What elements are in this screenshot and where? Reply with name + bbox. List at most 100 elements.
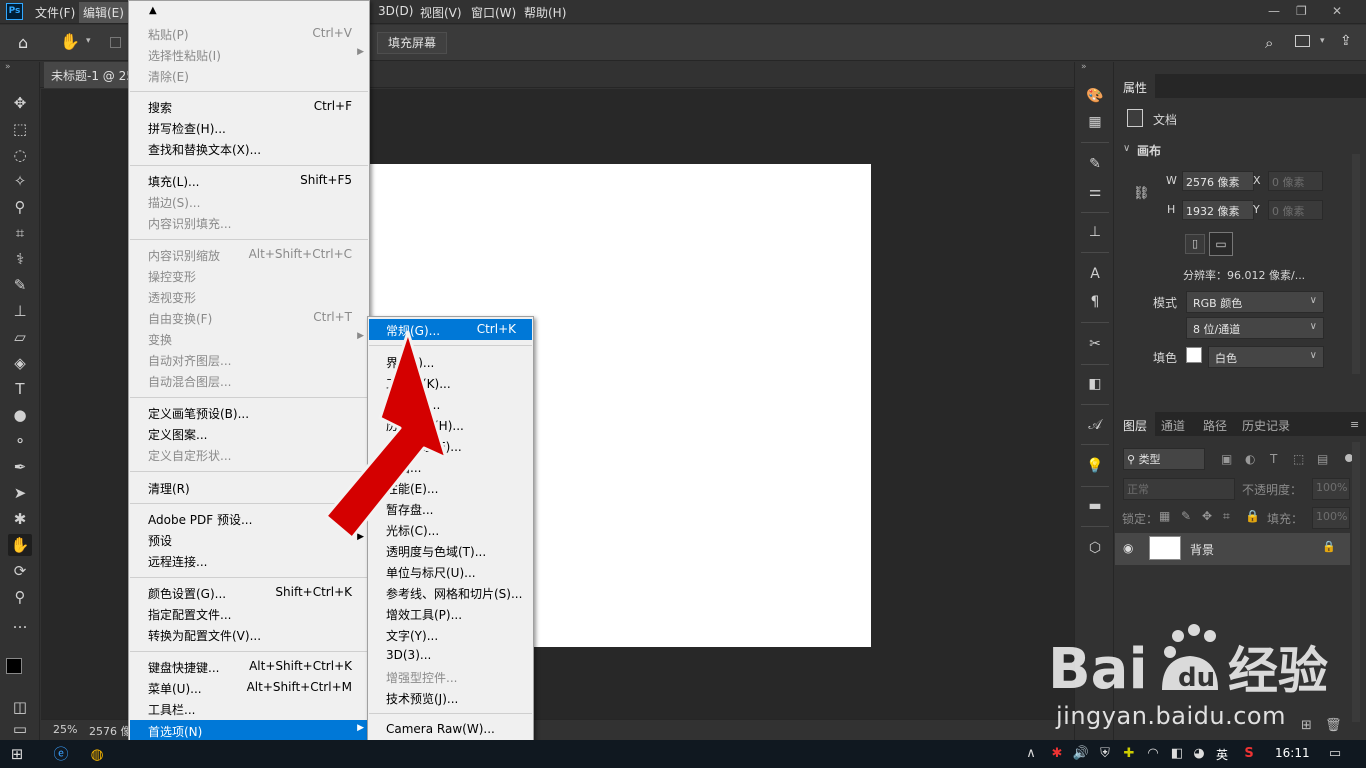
fill-select[interactable]: 白色 ∨ [1208, 346, 1324, 368]
menu-item-stroke[interactable]: 描边(S)... [130, 191, 368, 212]
submenu-item-cursors[interactable]: 光标(C)... [369, 519, 532, 540]
clock[interactable]: 16:11 [1275, 746, 1310, 760]
menu-item-keyboard-shortcuts[interactable]: 键盘快捷键... Alt+Shift+Ctrl+K [130, 656, 368, 677]
bit-depth-select[interactable]: 8 位/通道 ∨ [1186, 317, 1324, 339]
menu-item-purge[interactable]: 清理(R) ▶ [130, 477, 368, 498]
lock-image-icon[interactable]: ✎ [1181, 509, 1191, 523]
submenu-item-type[interactable]: 文字(Y)... [369, 624, 532, 645]
path-selection-tool-icon[interactable]: ➤ [8, 482, 32, 504]
submenu-item-file-handling[interactable]: 文件处理(F)... [369, 435, 532, 456]
menu-item-define-brush[interactable]: 定义画笔预设(B)... [130, 402, 368, 423]
search-icon[interactable]: ⌕ [1265, 34, 1273, 52]
menu-item-clear[interactable]: 清除(E) [130, 65, 368, 86]
menu-item-paste[interactable]: 粘贴(P) Ctrl+V [130, 23, 368, 44]
menu-item-assign-profile[interactable]: 指定配置文件... [130, 603, 368, 624]
menu-item-define-custom-shape[interactable]: 定义自定形状... [130, 444, 368, 465]
height-field[interactable]: 1932 像素 [1182, 200, 1254, 220]
brush-tool-icon[interactable]: ✎ [8, 274, 32, 296]
zoom-level[interactable]: 25% [53, 723, 77, 736]
chevron-down-icon[interactable]: ∨ [1123, 143, 1130, 154]
brushes-icon[interactable]: ✎ [1085, 154, 1105, 174]
menu-item-adobe-pdf-presets[interactable]: Adobe PDF 预设... [130, 508, 368, 529]
lock-transparent-icon[interactable]: ▦ [1159, 509, 1170, 523]
minimize-icon[interactable]: — [1268, 4, 1280, 18]
chevron-down-icon[interactable]: ▾ [1320, 36, 1325, 46]
chevron-down-icon[interactable]: ▾ [86, 36, 91, 46]
fill-screen-button[interactable]: 填充屏幕 [377, 32, 448, 54]
filter-smart-object-icon[interactable]: ▤ [1317, 452, 1328, 466]
paint-bucket-tool-icon[interactable]: ◈ [8, 352, 32, 374]
collapse-icon[interactable]: » [5, 62, 11, 72]
collapse-icon[interactable]: » [1081, 62, 1087, 72]
tray-app-icon[interactable]: ◧ [1166, 744, 1188, 764]
filter-adjustment-icon[interactable]: ◐ [1245, 452, 1255, 466]
gradient-icon[interactable]: ▬ [1085, 496, 1105, 516]
menu-help[interactable]: 帮助(H) [524, 4, 566, 21]
menu-item-transform[interactable]: 变换 ▶ [130, 328, 368, 349]
marquee-tool-icon[interactable]: ⬚ [8, 118, 32, 140]
learn-bulb-icon[interactable]: 💡 [1085, 456, 1105, 476]
submenu-item-technology-previews[interactable]: 技术预览(J)... [369, 687, 532, 708]
sogou-input-icon[interactable]: S [1238, 744, 1260, 764]
tab-layers[interactable]: 图层 [1115, 412, 1156, 436]
adjustments-icon[interactable]: ⚌ [1085, 182, 1105, 202]
submenu-item-enhanced-controls[interactable]: 增强型控件... [369, 666, 532, 687]
move-tool-icon[interactable]: ✥ [8, 92, 32, 114]
submenu-item-history-log[interactable]: 历史记录(H)... [369, 414, 532, 435]
lock-artboard-icon[interactable]: ⌗ [1223, 509, 1230, 524]
menu-item-search[interactable]: 搜索 Ctrl+F [130, 96, 368, 117]
eye-visibility-icon[interactable]: ◉ [1123, 541, 1133, 555]
menu-item-free-transform[interactable]: 自由变换(F) Ctrl+T [130, 307, 368, 328]
paragraph-icon[interactable]: ¶ [1085, 292, 1105, 312]
submenu-item-scratch-disks[interactable]: 暂存盘... [369, 498, 532, 519]
screen-mode-icon[interactable]: ▭ [8, 718, 32, 740]
chevron-up-icon[interactable]: ∧ [1020, 744, 1042, 764]
chrome-icon[interactable]: ◍ [86, 744, 108, 764]
layers-scrollbar[interactable] [1352, 442, 1360, 722]
y-field[interactable]: 0 像素 [1268, 200, 1323, 220]
portrait-orientation-icon[interactable]: ▯ [1185, 234, 1205, 254]
quick-mask-icon[interactable]: ◫ [8, 696, 32, 718]
menu-item-spell-check[interactable]: 拼写检查(H)... [130, 117, 368, 138]
eraser-tool-icon[interactable]: ▱ [8, 326, 32, 348]
menu-3d[interactable]: 3D(D) [378, 4, 413, 18]
properties-scrollbar[interactable] [1352, 154, 1360, 374]
home-icon[interactable]: ⌂ [18, 33, 28, 52]
restore-icon[interactable]: ❐ [1296, 4, 1307, 18]
mode-select[interactable]: RGB 颜色 ∨ [1186, 291, 1324, 313]
menu-item-puppet-warp[interactable]: 操控变形 [130, 265, 368, 286]
healing-brush-tool-icon[interactable]: ⚕ [8, 248, 32, 270]
hand-tool-icon[interactable]: ✋ [60, 32, 80, 51]
workspace-icon[interactable] [1295, 35, 1310, 47]
swatches-grid-icon[interactable]: ▦ [1085, 112, 1105, 132]
filter-type-icon[interactable]: T [1270, 452, 1277, 466]
menu-item-menus[interactable]: 菜单(U)... Alt+Shift+Ctrl+M [130, 677, 368, 698]
menu-item-auto-blend-layers[interactable]: 自动混合图层... [130, 370, 368, 391]
submenu-item-camera-raw[interactable]: Camera Raw(W)... [369, 719, 532, 740]
color-palette-icon[interactable]: 🎨 [1085, 86, 1105, 106]
submenu-item-export[interactable]: 导出... [369, 456, 532, 477]
width-field[interactable]: 2576 像素 [1182, 171, 1254, 191]
navigator-icon[interactable]: ◧ [1085, 374, 1105, 394]
landscape-orientation-icon[interactable]: ▭ [1209, 232, 1233, 256]
tools-presets-icon[interactable]: ✂ [1085, 334, 1105, 354]
share-icon[interactable]: ⇪ [1340, 33, 1352, 49]
windows-start-icon[interactable]: ⊞ [6, 744, 28, 764]
zoom-tool-icon[interactable]: ⚲ [8, 586, 32, 608]
menu-item-toolbar[interactable]: 工具栏... [130, 698, 368, 719]
menu-item-preferences[interactable]: 首选项(N) ▶ [130, 720, 368, 741]
foreground-color-swatch[interactable] [6, 658, 22, 674]
close-window-icon[interactable]: ✕ [1332, 4, 1342, 18]
filter-shape-icon[interactable]: ⬚ [1293, 452, 1304, 466]
submenu-item-general[interactable]: 常规(G)... Ctrl+K [369, 319, 532, 340]
menu-item-perspective-warp[interactable]: 透视变形 [130, 286, 368, 307]
type-tool-icon[interactable]: T [8, 378, 32, 400]
menu-item-presets[interactable]: 预设 ▶ [130, 529, 368, 550]
submenu-item-performance[interactable]: 性能(E)... [369, 477, 532, 498]
submenu-item-tools[interactable]: 工具(O)... [369, 393, 532, 414]
character-icon[interactable]: A [1085, 264, 1105, 284]
more-tools-icon[interactable]: … [8, 612, 32, 634]
menu-item-content-aware-scale[interactable]: 内容识别缩放 Alt+Shift+Ctrl+C [130, 244, 368, 265]
fill-color-swatch[interactable] [1186, 347, 1202, 363]
blend-mode-select[interactable]: 正常 [1123, 478, 1235, 500]
